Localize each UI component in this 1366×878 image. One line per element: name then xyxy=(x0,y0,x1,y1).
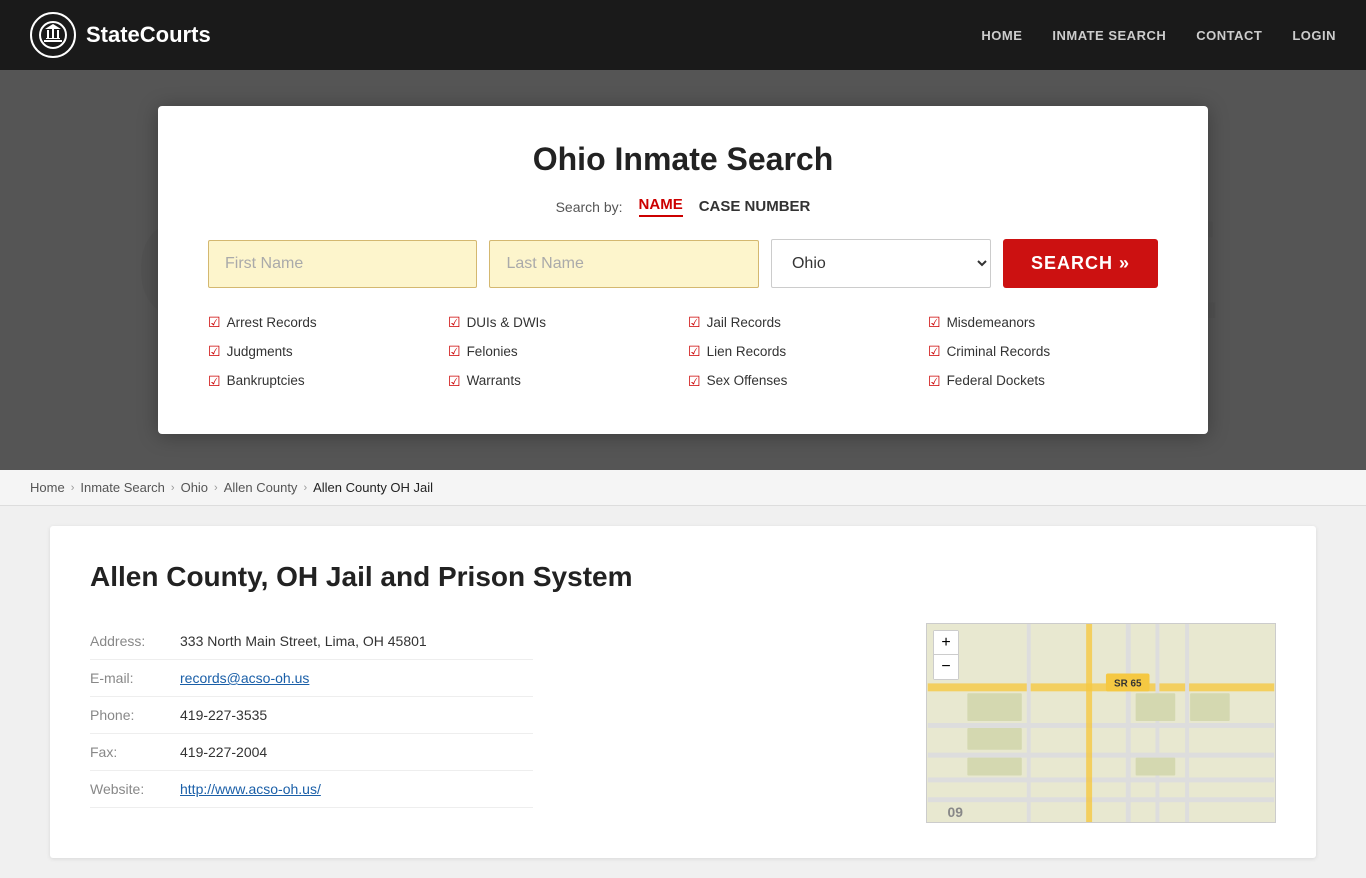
breadcrumb-current: Allen County OH Jail xyxy=(313,480,433,495)
breadcrumb-sep: › xyxy=(303,482,307,494)
jail-title: Allen County, OH Jail and Prison System xyxy=(90,561,1276,593)
checkbox-label: Federal Dockets xyxy=(947,369,1045,393)
checkbox-judgments: ☑ Judgments xyxy=(208,339,438,364)
nav-login[interactable]: LOGIN xyxy=(1292,28,1336,43)
checkmark-icon: ☑ xyxy=(688,310,701,335)
logo-icon xyxy=(30,12,76,58)
checkmark-icon: ☑ xyxy=(928,369,941,394)
checkboxes-grid: ☑ Arrest Records ☑ DUIs & DWIs ☑ Jail Re… xyxy=(208,310,1158,394)
checkmark-icon: ☑ xyxy=(688,339,701,364)
state-select[interactable]: Ohio Alabama Alaska Arizona California C… xyxy=(771,239,991,288)
info-value-email: records@acso-oh.us xyxy=(180,660,533,697)
checkbox-label: Bankruptcies xyxy=(227,369,305,393)
info-row-email: E-mail: records@acso-oh.us xyxy=(90,660,533,697)
info-label-phone: Phone: xyxy=(90,697,180,734)
checkbox-bankruptcies: ☑ Bankruptcies xyxy=(208,369,438,394)
hero-section: COURTHOUSE Ohio Inmate Search Search by:… xyxy=(0,70,1366,470)
main-content: Allen County, OH Jail and Prison System … xyxy=(0,506,1366,878)
breadcrumb-inmate-search[interactable]: Inmate Search xyxy=(80,480,165,495)
breadcrumb-allen-county[interactable]: Allen County xyxy=(224,480,298,495)
checkmark-icon: ☑ xyxy=(208,369,221,394)
checkmark-icon: ☑ xyxy=(448,310,461,335)
email-link[interactable]: records@acso-oh.us xyxy=(180,670,309,686)
checkbox-label: Judgments xyxy=(227,340,293,364)
checkbox-felonies: ☑ Felonies xyxy=(448,339,678,364)
tab-case-number[interactable]: CASE NUMBER xyxy=(699,198,811,215)
checkbox-label: Criminal Records xyxy=(947,340,1051,364)
checkbox-label: Misdemeanors xyxy=(947,311,1036,335)
nav-inmate-search[interactable]: INMATE SEARCH xyxy=(1052,28,1166,43)
content-card: Allen County, OH Jail and Prison System … xyxy=(50,526,1316,858)
content-layout: Address: 333 North Main Street, Lima, OH… xyxy=(90,623,1276,823)
info-row-fax: Fax: 419-227-2004 xyxy=(90,734,533,771)
info-row-phone: Phone: 419-227-3535 xyxy=(90,697,533,734)
info-label-address: Address: xyxy=(90,623,180,660)
checkbox-duis: ☑ DUIs & DWIs xyxy=(448,310,678,335)
checkbox-label: Sex Offenses xyxy=(707,369,788,393)
svg-text:09: 09 xyxy=(948,804,964,820)
info-value-phone: 419-227-3535 xyxy=(180,697,533,734)
checkbox-label: Arrest Records xyxy=(227,311,317,335)
search-by-row: Search by: NAME CASE NUMBER xyxy=(208,196,1158,217)
nav-home[interactable]: HOME xyxy=(981,28,1022,43)
map-zoom-in[interactable]: + xyxy=(934,631,958,655)
info-table: Address: 333 North Main Street, Lima, OH… xyxy=(90,623,533,808)
search-card: Ohio Inmate Search Search by: NAME CASE … xyxy=(158,106,1208,434)
search-card-title: Ohio Inmate Search xyxy=(208,141,1158,178)
checkbox-lien-records: ☑ Lien Records xyxy=(688,339,918,364)
checkmark-icon: ☑ xyxy=(928,339,941,364)
checkbox-arrest-records: ☑ Arrest Records xyxy=(208,310,438,335)
logo-area: StateCourts xyxy=(30,12,211,58)
checkmark-icon: ☑ xyxy=(448,369,461,394)
checkbox-jail-records: ☑ Jail Records xyxy=(688,310,918,335)
checkbox-label: Jail Records xyxy=(707,311,781,335)
checkbox-sex-offenses: ☑ Sex Offenses xyxy=(688,369,918,394)
checkmark-icon: ☑ xyxy=(208,339,221,364)
info-label-email: E-mail: xyxy=(90,660,180,697)
tab-name[interactable]: NAME xyxy=(639,196,683,217)
checkbox-label: Warrants xyxy=(467,369,521,393)
info-row-website: Website: http://www.acso-oh.us/ xyxy=(90,771,533,808)
breadcrumb-sep: › xyxy=(71,482,75,494)
checkbox-criminal-records: ☑ Criminal Records xyxy=(928,339,1158,364)
map-container: + − xyxy=(926,623,1276,823)
content-left: Address: 333 North Main Street, Lima, OH… xyxy=(90,623,896,823)
info-label-fax: Fax: xyxy=(90,734,180,771)
info-row-address: Address: 333 North Main Street, Lima, OH… xyxy=(90,623,533,660)
checkbox-label: Lien Records xyxy=(707,340,787,364)
site-header: StateCourts HOME INMATE SEARCH CONTACT L… xyxy=(0,0,1366,70)
svg-text:SR 65: SR 65 xyxy=(1114,678,1142,689)
logo-text: StateCourts xyxy=(86,22,211,48)
breadcrumb-ohio[interactable]: Ohio xyxy=(181,480,208,495)
info-value-address: 333 North Main Street, Lima, OH 45801 xyxy=(180,623,533,660)
search-inputs-row: Ohio Alabama Alaska Arizona California C… xyxy=(208,239,1158,288)
breadcrumb-home[interactable]: Home xyxy=(30,480,65,495)
search-by-label: Search by: xyxy=(556,199,623,215)
content-right: + − xyxy=(926,623,1276,823)
website-link[interactable]: http://www.acso-oh.us/ xyxy=(180,781,321,797)
breadcrumb: Home › Inmate Search › Ohio › Allen Coun… xyxy=(0,470,1366,506)
info-value-fax: 419-227-2004 xyxy=(180,734,533,771)
checkbox-misdemeanors: ☑ Misdemeanors xyxy=(928,310,1158,335)
info-value-website: http://www.acso-oh.us/ xyxy=(180,771,533,808)
checkbox-label: Felonies xyxy=(467,340,518,364)
search-button[interactable]: SEARCH » xyxy=(1003,239,1158,288)
checkmark-icon: ☑ xyxy=(448,339,461,364)
checkbox-warrants: ☑ Warrants xyxy=(448,369,678,394)
checkmark-icon: ☑ xyxy=(208,310,221,335)
breadcrumb-sep: › xyxy=(214,482,218,494)
last-name-input[interactable] xyxy=(489,240,758,288)
breadcrumb-sep: › xyxy=(171,482,175,494)
main-nav: HOME INMATE SEARCH CONTACT LOGIN xyxy=(981,28,1336,43)
map-zoom-out[interactable]: − xyxy=(934,655,958,679)
info-label-website: Website: xyxy=(90,771,180,808)
checkmark-icon: ☑ xyxy=(688,369,701,394)
checkbox-label: DUIs & DWIs xyxy=(467,311,547,335)
checkbox-federal-dockets: ☑ Federal Dockets xyxy=(928,369,1158,394)
nav-contact[interactable]: CONTACT xyxy=(1196,28,1262,43)
checkmark-icon: ☑ xyxy=(928,310,941,335)
first-name-input[interactable] xyxy=(208,240,477,288)
